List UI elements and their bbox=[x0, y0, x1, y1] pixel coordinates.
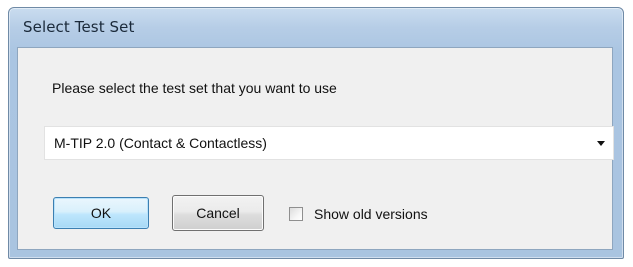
cancel-button[interactable]: Cancel bbox=[172, 195, 264, 231]
test-set-selected-value: M-TIP 2.0 (Contact & Contactless) bbox=[54, 135, 267, 151]
prompt-text: Please select the test set that you want… bbox=[52, 80, 337, 96]
window-title: Select Test Set bbox=[23, 18, 135, 36]
show-old-versions-label[interactable]: Show old versions bbox=[314, 206, 428, 222]
ok-button[interactable]: OK bbox=[53, 197, 149, 229]
dropdown-arrow-icon[interactable] bbox=[597, 141, 605, 146]
show-old-versions-checkbox[interactable] bbox=[289, 207, 303, 221]
test-set-dropdown[interactable]: M-TIP 2.0 (Contact & Contactless) bbox=[44, 126, 614, 160]
title-bar[interactable]: Select Test Set bbox=[9, 8, 623, 48]
